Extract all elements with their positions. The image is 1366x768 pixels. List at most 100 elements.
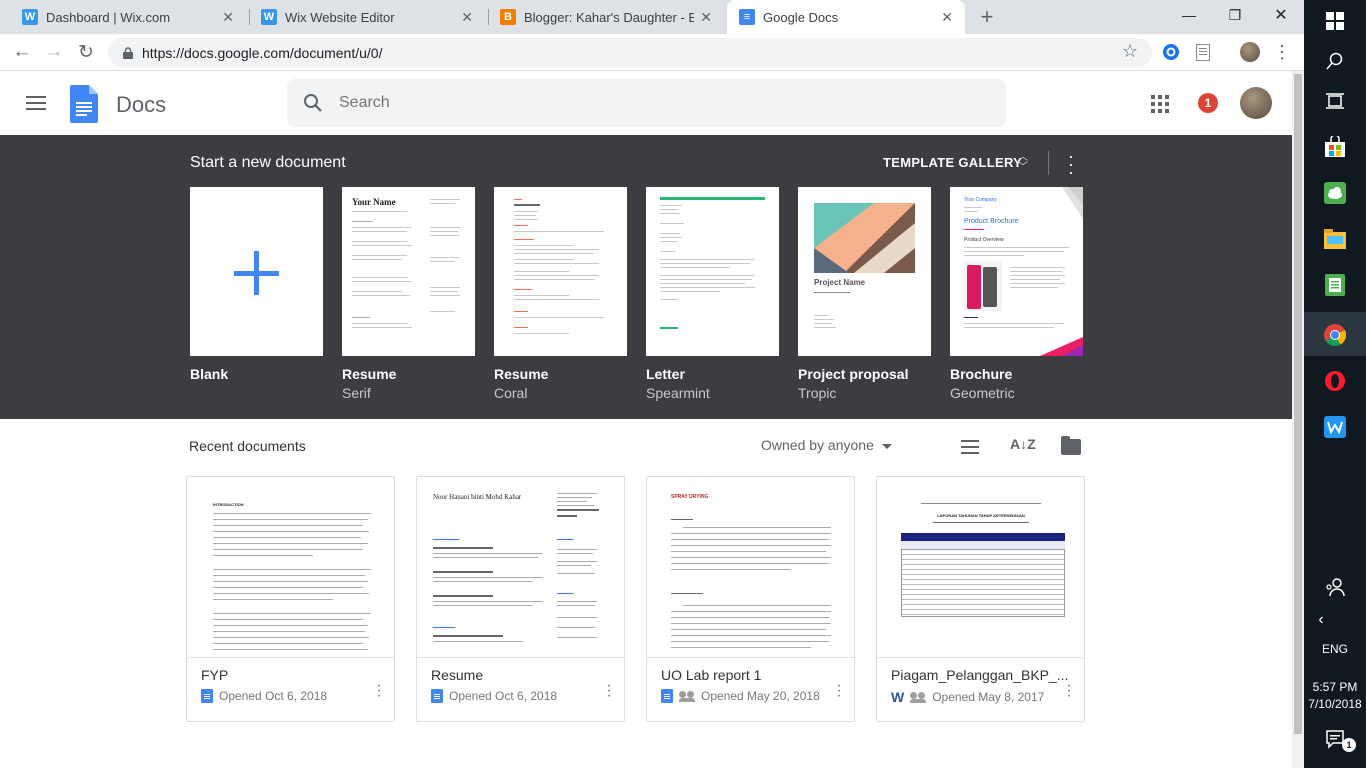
template-name: Resume — [494, 366, 549, 382]
close-icon[interactable]: ✕ — [941, 9, 953, 26]
resume-serif-heading: Your Name — [352, 197, 396, 207]
page-scrollbar-thumb[interactable] — [1294, 74, 1302, 734]
browser-tab-strip: W Dashboard | Wix.com ✕ W Wix Website Ed… — [0, 0, 1304, 34]
dropdown-caret-icon — [881, 443, 892, 449]
new-tab-button[interactable]: + — [975, 4, 999, 30]
notification-count-badge: 1 — [1342, 738, 1356, 752]
template-resume-coral[interactable] — [494, 187, 627, 356]
window-close-icon[interactable]: ✕ — [1258, 0, 1304, 30]
restore-icon[interactable]: ❐ — [1212, 0, 1258, 30]
spreadsheet-app-icon[interactable] — [1322, 272, 1348, 298]
folder-picker-icon[interactable] — [1061, 436, 1081, 455]
more-options-icon[interactable]: · · · — [1064, 147, 1078, 181]
extension-icon[interactable] — [1161, 42, 1181, 62]
template-letter-spearmint[interactable] — [646, 187, 779, 356]
owner-filter-label: Owned by anyone — [761, 437, 874, 453]
google-apps-icon[interactable] — [1151, 95, 1169, 113]
template-style: Spearmint — [646, 385, 710, 401]
template-resume-serif[interactable]: Your Name — [342, 187, 475, 356]
word-app-icon[interactable] — [1322, 414, 1348, 440]
list-view-icon[interactable] — [961, 440, 979, 454]
tab-google-docs[interactable]: ≡ Google Docs ✕ — [727, 0, 965, 34]
file-explorer-icon[interactable] — [1322, 226, 1348, 252]
windows-start-icon[interactable] — [1322, 8, 1348, 34]
thumbnail-heading: Noor Hanani binti Mohd Kahar — [433, 493, 522, 501]
store-icon[interactable] — [1322, 134, 1348, 160]
task-view-icon[interactable] — [1322, 88, 1348, 114]
template-name: Brochure — [950, 366, 1013, 382]
reload-icon[interactable]: ↻ — [74, 40, 98, 64]
document-card-fyp[interactable]: INTRODUCTION FYP Opened Oct 6, 2018 · · · — [186, 476, 395, 722]
template-blank[interactable] — [190, 187, 323, 356]
more-options-icon[interactable]: · · · — [836, 678, 842, 704]
plus-icon — [234, 251, 279, 295]
clock-time[interactable]: 5:57 PM — [1304, 680, 1366, 694]
search-input[interactable] — [339, 94, 939, 112]
more-options-icon[interactable]: · · · — [1066, 678, 1072, 704]
document-meta: Opened May 20, 2018 — [661, 689, 820, 703]
document-card-resume[interactable]: Noor Hanani binti Mohd Kahar Resume Open… — [416, 476, 625, 722]
template-style: Serif — [342, 385, 371, 401]
notification-badge[interactable]: 1 — [1198, 93, 1218, 113]
search-bar[interactable] — [287, 79, 1006, 127]
thumbnail-heading: LAPORAN TAHUNAN TAHAP KETERSEDIAAN — [937, 513, 1025, 518]
more-options-icon[interactable]: · · · — [606, 678, 612, 704]
docs-logo-icon[interactable] — [70, 85, 98, 128]
shared-people-icon — [910, 692, 927, 703]
url-text: https://docs.google.com/document/u/0/ — [142, 44, 383, 61]
docs-file-icon — [431, 689, 443, 703]
main-menu-icon[interactable] — [26, 96, 46, 110]
tab-title: Dashboard | Wix.com — [46, 9, 171, 25]
input-language[interactable]: ENG — [1304, 642, 1366, 656]
gallery-title: Start a new document — [190, 154, 346, 171]
chrome-menu-icon[interactable]: ⋮ — [1272, 42, 1292, 62]
show-hidden-icons-chevron-icon[interactable]: ‹ — [1308, 607, 1334, 633]
wix-icon: W — [22, 9, 38, 25]
opened-date: Opened May 8, 2017 — [932, 690, 1045, 704]
forward-arrow-icon[interactable]: → — [42, 40, 66, 64]
tab-blogger[interactable]: B Blogger: Kahar's Daughter - Edit ✕ — [488, 0, 724, 34]
document-name: FYP — [201, 667, 229, 683]
tab-title: Blogger: Kahar's Daughter - Edit — [524, 9, 695, 25]
document-card-uo-lab-report[interactable]: SPRAY DRYING UO Lab report 1 Opened May … — [646, 476, 855, 722]
shared-people-icon — [679, 691, 695, 702]
divider — [1048, 151, 1049, 175]
sort-az-icon[interactable]: A↓Z — [1010, 436, 1036, 452]
more-options-icon[interactable]: · · · — [376, 678, 382, 704]
clock-date[interactable]: 7/10/2018 — [1304, 697, 1366, 711]
cloud-app-icon[interactable] — [1322, 180, 1348, 206]
docs-file-icon — [201, 689, 213, 703]
template-name: Letter — [646, 366, 685, 382]
document-meta: Opened Oct 6, 2018 — [431, 689, 557, 703]
document-thumbnail: SPRAY DRYING — [647, 477, 854, 658]
template-brochure[interactable]: Your Company Product Brochure Product Ov… — [950, 187, 1083, 356]
page-icon[interactable] — [1193, 42, 1213, 62]
close-icon[interactable]: ✕ — [222, 9, 234, 26]
close-icon[interactable]: ✕ — [461, 9, 473, 26]
expand-collapse-icon[interactable]: ︿ ﹀ — [1016, 153, 1030, 173]
profile-avatar[interactable] — [1240, 42, 1260, 62]
proposal-heading: Project Name — [814, 278, 866, 287]
account-avatar[interactable] — [1240, 87, 1272, 119]
template-project-proposal[interactable]: Project Name — [798, 187, 931, 356]
back-arrow-icon[interactable]: ← — [10, 40, 34, 64]
tab-wix-editor[interactable]: W Wix Website Editor ✕ — [249, 0, 485, 34]
opera-icon[interactable] — [1322, 368, 1348, 394]
address-bar[interactable]: https://docs.google.com/document/u/0/ ☆ — [108, 38, 1152, 67]
owner-filter-dropdown[interactable]: Owned by anyone — [761, 437, 892, 453]
people-icon[interactable] — [1322, 574, 1348, 600]
template-gallery-button[interactable]: TEMPLATE GALLERY — [883, 155, 1022, 170]
lock-icon — [120, 45, 136, 61]
document-name: Piagam_Pelanggan_BKP_... — [891, 667, 1069, 683]
wix-icon: W — [261, 9, 277, 25]
close-icon[interactable]: ✕ — [700, 9, 712, 26]
chrome-icon[interactable] — [1322, 322, 1348, 348]
document-meta: W Opened May 8, 2017 — [891, 689, 1044, 705]
document-card-piagam[interactable]: LAPORAN TAHUNAN TAHAP KETERSEDIAAN Piaga… — [876, 476, 1085, 722]
tab-wix-dashboard[interactable]: W Dashboard | Wix.com ✕ — [10, 0, 246, 34]
minimize-icon[interactable]: — — [1166, 0, 1212, 30]
template-name: Project proposal — [798, 366, 909, 382]
bookmark-star-icon[interactable]: ☆ — [1122, 41, 1138, 62]
proposal-cover-graphic — [814, 203, 915, 273]
search-icon[interactable] — [1322, 48, 1348, 74]
